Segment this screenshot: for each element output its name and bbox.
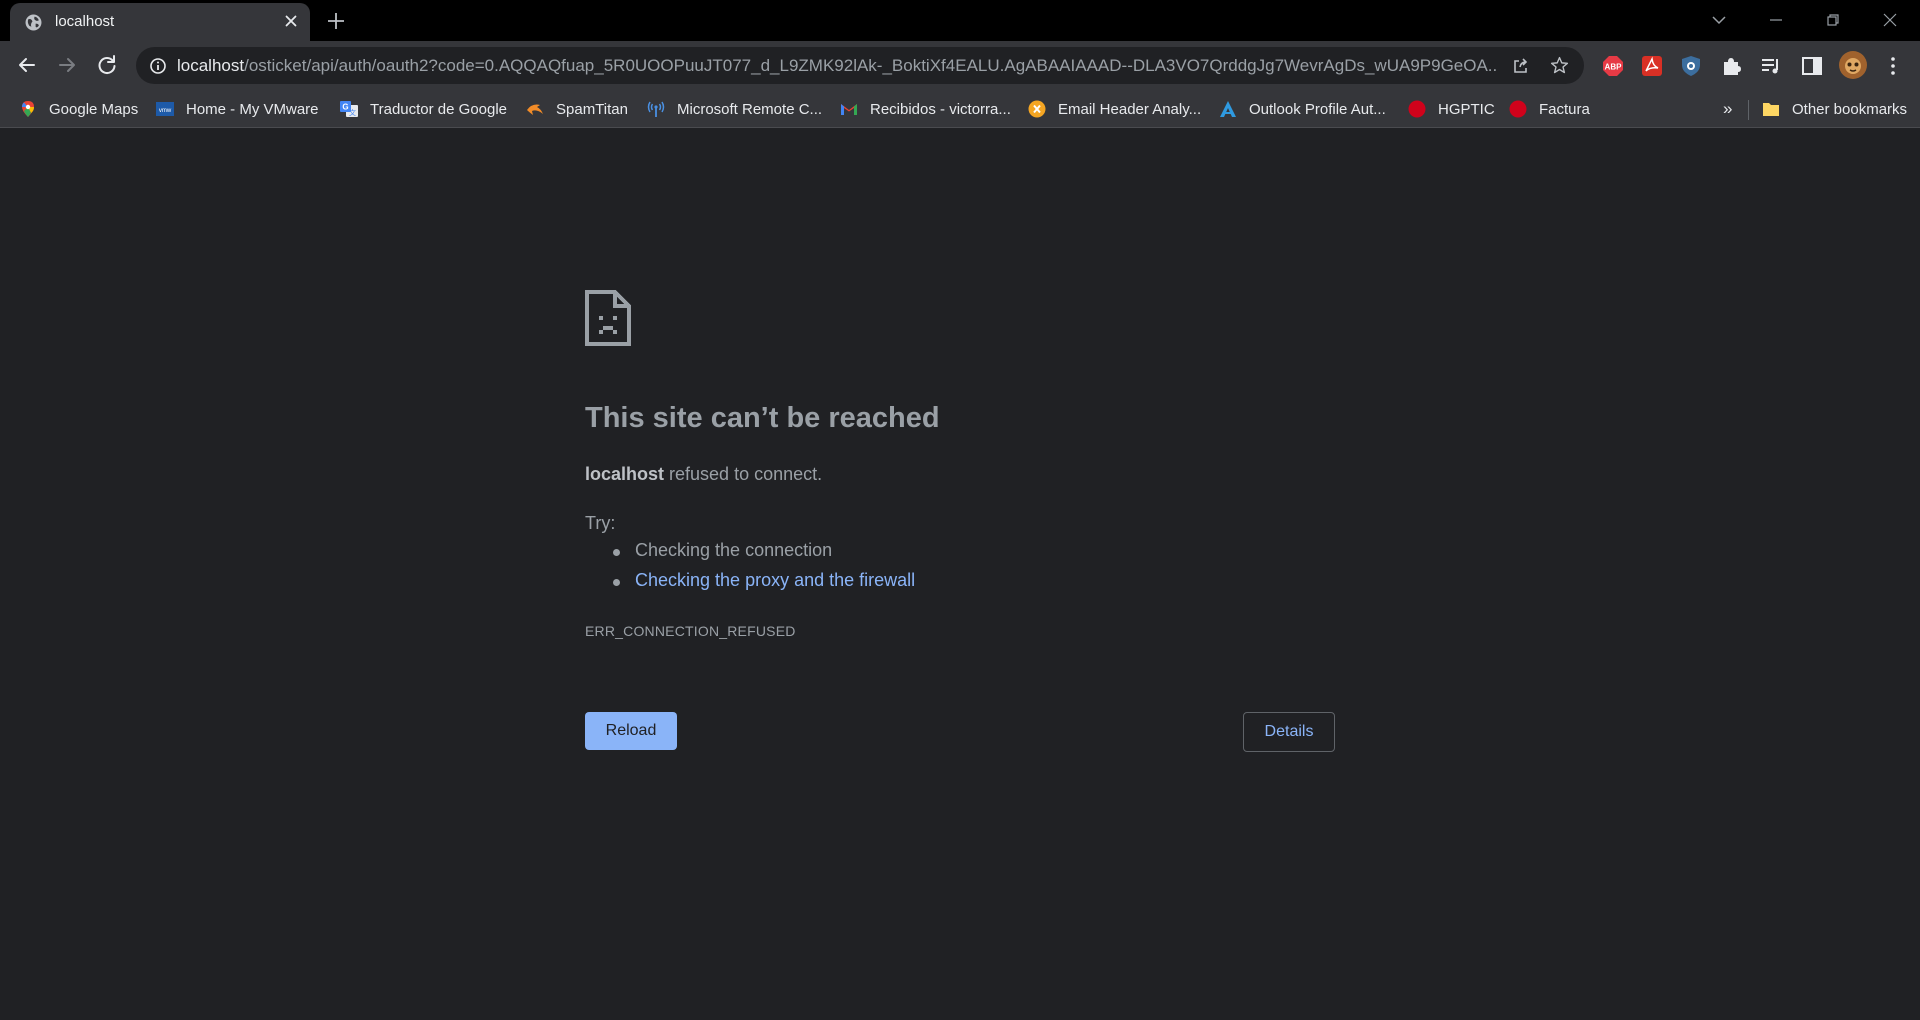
bookmark-label: Outlook Profile Aut... <box>1249 100 1386 118</box>
reload-button[interactable]: Reload <box>585 712 677 750</box>
bookmark-star-icon[interactable] <box>1549 55 1570 76</box>
svg-text:文: 文 <box>349 108 356 117</box>
svg-text:vmw: vmw <box>159 108 172 114</box>
outlook-profile-icon <box>1220 101 1236 117</box>
details-button[interactable]: Details <box>1243 712 1335 752</box>
site-info-icon[interactable] <box>149 57 167 75</box>
restore-icon[interactable] <box>1821 8 1845 32</box>
bookmark-label: Google Maps <box>49 100 139 118</box>
error-message: refused to connect. <box>669 464 823 484</box>
bookmark-label: Factura <box>1539 100 1590 118</box>
title-bar: localhost <box>0 0 1920 41</box>
svg-text:G: G <box>342 103 348 112</box>
svg-text:ABP: ABP <box>1605 63 1623 72</box>
side-panel-icon[interactable] <box>1800 54 1824 78</box>
new-tab-icon[interactable] <box>325 10 347 32</box>
email-header-icon <box>1028 100 1046 118</box>
tab-search-icon[interactable] <box>1707 8 1731 32</box>
bookmark-email-header-analyzer[interactable]: Email Header Analy... <box>1028 99 1201 119</box>
error-description: localhost refused to connect. <box>585 464 822 485</box>
toolbar: localhost/osticket/api/auth/oauth2?code=… <box>0 41 1920 90</box>
bookmark-label: HGPTIC <box>1438 100 1495 118</box>
bookmark-label: SpamTitan <box>556 100 628 118</box>
bookmark-recibidos-gmail[interactable]: Recibidos - victorra... <box>840 99 1011 119</box>
close-window-icon[interactable] <box>1878 8 1902 32</box>
forward-icon[interactable] <box>53 51 81 79</box>
chrome-menu-icon[interactable] <box>1881 54 1905 78</box>
bookmarks-divider <box>1748 100 1749 120</box>
bookmark-google-maps[interactable]: Google Maps <box>19 99 138 119</box>
url-host: localhost <box>177 56 245 75</box>
bookmark-hgptic[interactable]: HGPTIC <box>1408 99 1495 119</box>
other-bookmarks-label: Other bookmarks <box>1792 100 1908 118</box>
globe-icon <box>25 14 42 31</box>
bookmark-spamtitan[interactable]: SpamTitan <box>526 99 628 119</box>
suggestion-check-connection: Checking the connection <box>585 540 915 570</box>
bookmark-microsoft-remote[interactable]: Microsoft Remote C... <box>647 99 822 119</box>
google-translate-icon: G 文 <box>340 101 358 117</box>
acrobat-icon[interactable] <box>1640 54 1664 78</box>
red-circle-icon <box>1509 100 1527 118</box>
error-code: ERR_CONNECTION_REFUSED <box>585 623 796 639</box>
vmware-icon: vmw <box>156 102 174 116</box>
suggestion-check-proxy-firewall-link[interactable]: Checking the proxy and the firewall <box>585 570 915 600</box>
profile-avatar-icon[interactable] <box>1839 51 1867 79</box>
bookmark-traductor-de-google[interactable]: G 文 Traductor de Google <box>340 99 507 119</box>
back-icon[interactable] <box>13 51 41 79</box>
refresh-icon[interactable] <box>93 51 121 79</box>
bookmark-label: Traductor de Google <box>370 100 508 118</box>
bookmark-label: Recibidos - victorra... <box>870 100 1011 118</box>
spamtitan-icon <box>527 104 543 115</box>
bookmark-label: Email Header Analy... <box>1058 100 1202 118</box>
bookmark-home-my-vmware[interactable]: vmw Home - My VMware <box>156 99 319 119</box>
url-path: /osticket/api/auth/oauth2?code=0.AQQAQfu… <box>244 56 1497 75</box>
minimize-icon[interactable] <box>1764 8 1788 32</box>
remote-desktop-icon <box>647 101 665 117</box>
other-bookmarks-folder[interactable]: Other bookmarks <box>1762 99 1907 119</box>
adblock-plus-icon[interactable]: ABP <box>1601 54 1625 78</box>
error-title: This site can’t be reached <box>585 402 940 434</box>
share-icon[interactable] <box>1511 56 1531 76</box>
reading-list-icon[interactable] <box>1759 54 1783 78</box>
bookmark-label: Home - My VMware <box>186 100 319 118</box>
gmail-icon <box>841 104 857 115</box>
bookmarks-bar: Google Maps vmw Home - My VMware G 文 Tra… <box>0 90 1920 128</box>
tab-localhost[interactable]: localhost <box>10 3 310 41</box>
folder-icon <box>1763 103 1779 116</box>
suggestions-list: Checking the connection Checking the pro… <box>585 540 915 600</box>
bookmark-label: Microsoft Remote C... <box>677 100 823 118</box>
close-tab-icon[interactable] <box>282 12 300 30</box>
extensions-puzzle-icon[interactable] <box>1719 54 1743 78</box>
bookmark-outlook-profile[interactable]: Outlook Profile Aut... <box>1219 99 1386 119</box>
bookmark-factura[interactable]: Factura <box>1509 99 1590 119</box>
error-page: This site can’t be reached localhost ref… <box>0 128 1920 1020</box>
url-text[interactable]: localhost/osticket/api/auth/oauth2?code=… <box>177 56 1497 76</box>
red-circle-icon <box>1408 100 1426 118</box>
address-bar[interactable]: localhost/osticket/api/auth/oauth2?code=… <box>136 47 1584 84</box>
try-label: Try: <box>585 513 616 533</box>
tab-title: localhost <box>55 13 115 30</box>
sad-document-icon <box>585 290 631 346</box>
google-maps-icon <box>22 101 34 117</box>
shield-extension-icon[interactable] <box>1679 54 1703 78</box>
bookmarks-overflow-button[interactable]: » <box>1723 99 1732 119</box>
error-host: localhost <box>585 464 665 484</box>
